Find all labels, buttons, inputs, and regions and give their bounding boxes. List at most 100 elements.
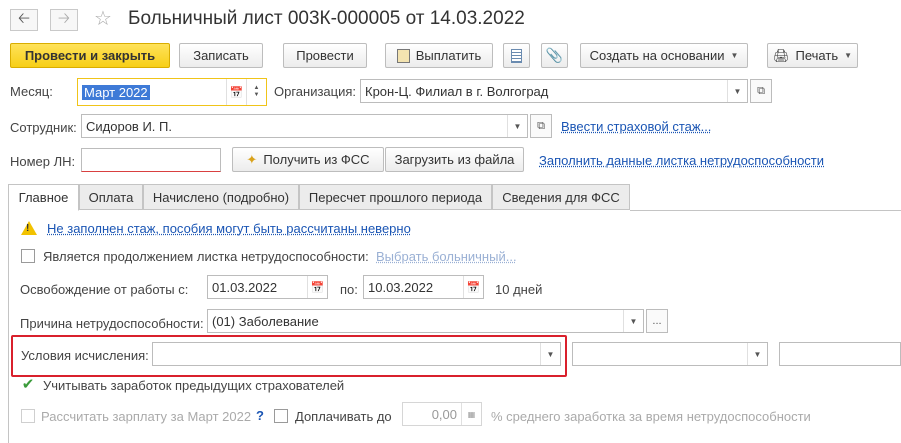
reason-more-button[interactable]: ... xyxy=(646,309,668,333)
post-label: Провести xyxy=(296,48,354,63)
tab-panel-left-border xyxy=(8,210,9,443)
chevron-down-icon[interactable]: ▼ xyxy=(623,310,643,332)
reason-field[interactable]: (01) Заболевание ▼ xyxy=(207,309,644,333)
open-window-icon: ⧉ xyxy=(537,119,545,132)
calendar-icon[interactable]: 📅 xyxy=(307,276,327,298)
chevron-down-icon[interactable]: ▼ xyxy=(727,80,747,102)
conditions-label: Условия исчисления: xyxy=(21,348,149,363)
post-and-close-label: Провести и закрыть xyxy=(24,48,156,63)
load-from-file-button[interactable]: Загрузить из файла xyxy=(385,147,524,172)
extra-pay-value: 0,00 xyxy=(431,406,457,422)
tab-payment[interactable]: Оплата xyxy=(79,184,143,210)
employee-field[interactable]: Сидоров И. П. ▼ xyxy=(81,114,528,138)
experience-warning-link[interactable]: Не заполнен стаж, пособия могут быть рас… xyxy=(47,221,411,236)
organization-field[interactable]: Крон-Ц. Филиал в г. Волгоград ▼ xyxy=(360,79,748,103)
employee-label: Сотрудник: xyxy=(10,120,77,135)
release-to-value: 10.03.2022 xyxy=(368,279,434,295)
chevron-down-icon[interactable]: ▼ xyxy=(747,343,767,365)
chevron-down-icon: ▼ xyxy=(730,51,739,60)
help-icon[interactable]: ? xyxy=(256,408,264,423)
tab-fss-info[interactable]: Сведения для ФСС xyxy=(492,184,630,210)
month-value: Март 2022 xyxy=(82,84,150,100)
days-count: 10 дней xyxy=(495,282,543,297)
release-from-field[interactable]: 01.03.2022 📅 xyxy=(207,275,328,299)
chevron-down-icon: ▼ xyxy=(844,51,853,60)
arrow-right-icon: 🡢 xyxy=(57,9,71,27)
printer-icon: 🖨 xyxy=(772,47,790,63)
page-title: Больничный лист 003К-000005 от 14.03.202… xyxy=(128,8,525,29)
load-from-file-label: Загрузить из файла xyxy=(394,152,515,167)
release-to-field[interactable]: 10.03.2022 📅 xyxy=(363,275,484,299)
tab-accrued-detailed-label: Начислено (подробно) xyxy=(152,189,290,205)
report-button[interactable] xyxy=(503,43,530,68)
favorite-star-icon[interactable]: ☆ xyxy=(94,6,112,31)
conditions-field-3[interactable] xyxy=(779,342,901,366)
calc-salary-checkbox[interactable] xyxy=(21,409,35,423)
get-from-fss-button[interactable]: ✦ Получить из ФСС xyxy=(232,147,384,172)
conditions-field[interactable]: ▼ xyxy=(152,342,561,366)
release-from-value: 01.03.2022 xyxy=(212,279,278,295)
pay-label: Выплатить xyxy=(415,48,482,63)
post-and-close-button[interactable]: Провести и закрыть xyxy=(10,43,170,68)
calc-salary-label: Рассчитать зарплату за Март 2022 xyxy=(41,409,252,424)
chevron-down-icon[interactable]: ▼ xyxy=(540,343,560,365)
prev-insurers-label: Учитывать заработок предыдущих страховат… xyxy=(43,378,345,393)
tab-recalculation[interactable]: Пересчет прошлого периода xyxy=(299,184,492,210)
month-value-wrap: Март 2022 xyxy=(82,84,226,100)
tab-main[interactable]: Главное xyxy=(8,184,79,211)
get-from-fss-label: Получить из ФСС xyxy=(263,152,370,167)
save-button[interactable]: Записать xyxy=(179,43,263,68)
tab-divider xyxy=(630,210,901,211)
calendar-icon[interactable]: 📅 xyxy=(226,79,246,105)
print-label: Печать xyxy=(795,48,839,63)
continuation-label: Является продолжением листка нетрудоспос… xyxy=(43,249,369,264)
create-based-button[interactable]: Создать на основании ▼ xyxy=(580,43,748,68)
reason-label: Причина нетрудоспособности: xyxy=(20,316,204,331)
open-window-icon: ⧉ xyxy=(757,84,765,97)
tab-payment-label: Оплата xyxy=(88,189,134,205)
release-to-label: по: xyxy=(340,282,358,297)
organization-label: Организация: xyxy=(274,84,357,99)
extra-pay-checkbox[interactable] xyxy=(274,409,288,423)
tab-recalculation-label: Пересчет прошлого периода xyxy=(308,189,483,205)
choose-sick-leave-link[interactable]: Выбрать больничный... xyxy=(376,249,517,264)
tab-main-label: Главное xyxy=(18,190,69,205)
month-spin-button[interactable]: ▲ ▼ xyxy=(246,79,266,105)
paperclip-icon: 📎 xyxy=(545,47,564,63)
conditions-field-2[interactable]: ▼ xyxy=(572,342,768,366)
month-field[interactable]: Март 2022 📅 ▲ ▼ xyxy=(77,78,267,106)
month-label: Месяц: xyxy=(10,84,53,99)
organization-value: Крон-Ц. Филиал в г. Волгоград xyxy=(365,83,549,99)
tab-accrued-detailed[interactable]: Начислено (подробно) xyxy=(143,184,299,210)
post-button[interactable]: Провести xyxy=(283,43,367,68)
arrow-left-icon: 🡠 xyxy=(17,9,31,27)
organization-open-button[interactable]: ⧉ xyxy=(750,79,772,103)
warning-icon: ! xyxy=(21,221,37,235)
employee-open-button[interactable]: ⧉ xyxy=(530,114,552,138)
ln-number-label: Номер ЛН: xyxy=(10,154,76,169)
insurance-record-link[interactable]: Ввести страховой стаж... xyxy=(561,119,711,134)
document-list-icon xyxy=(511,48,522,63)
reason-value: (01) Заболевание xyxy=(212,313,319,329)
chevron-down-icon[interactable]: ▼ xyxy=(507,115,527,137)
pay-icon xyxy=(396,48,410,63)
employee-value: Сидоров И. П. xyxy=(86,118,172,134)
fill-sick-leave-data-link[interactable]: Заполнить данные листка нетрудоспособнос… xyxy=(539,153,824,168)
create-based-label: Создать на основании xyxy=(589,48,725,63)
calendar-icon[interactable]: 📅 xyxy=(463,276,483,298)
forward-button[interactable]: 🡢 xyxy=(50,9,78,31)
ln-number-field[interactable] xyxy=(81,148,221,172)
pay-button[interactable]: Выплатить xyxy=(385,43,493,68)
release-from-label: Освобождение от работы с: xyxy=(20,282,189,297)
continuation-checkbox[interactable] xyxy=(21,249,35,263)
extra-pay-label: Доплачивать до xyxy=(295,409,392,424)
extra-pay-suffix: % среднего заработка за время нетрудоспо… xyxy=(491,409,811,424)
extra-pay-field[interactable]: 0,00 ▦ xyxy=(402,402,482,426)
print-button[interactable]: 🖨 Печать ▼ xyxy=(767,43,858,68)
attach-button[interactable]: 📎 xyxy=(541,43,568,68)
calculator-icon[interactable]: ▦ xyxy=(461,403,481,425)
fss-icon: ✦ xyxy=(246,151,258,167)
back-button[interactable]: 🡠 xyxy=(10,9,38,31)
prev-insurers-checkbox[interactable]: ✔ xyxy=(20,376,36,393)
ellipsis-icon: ... xyxy=(652,315,662,327)
